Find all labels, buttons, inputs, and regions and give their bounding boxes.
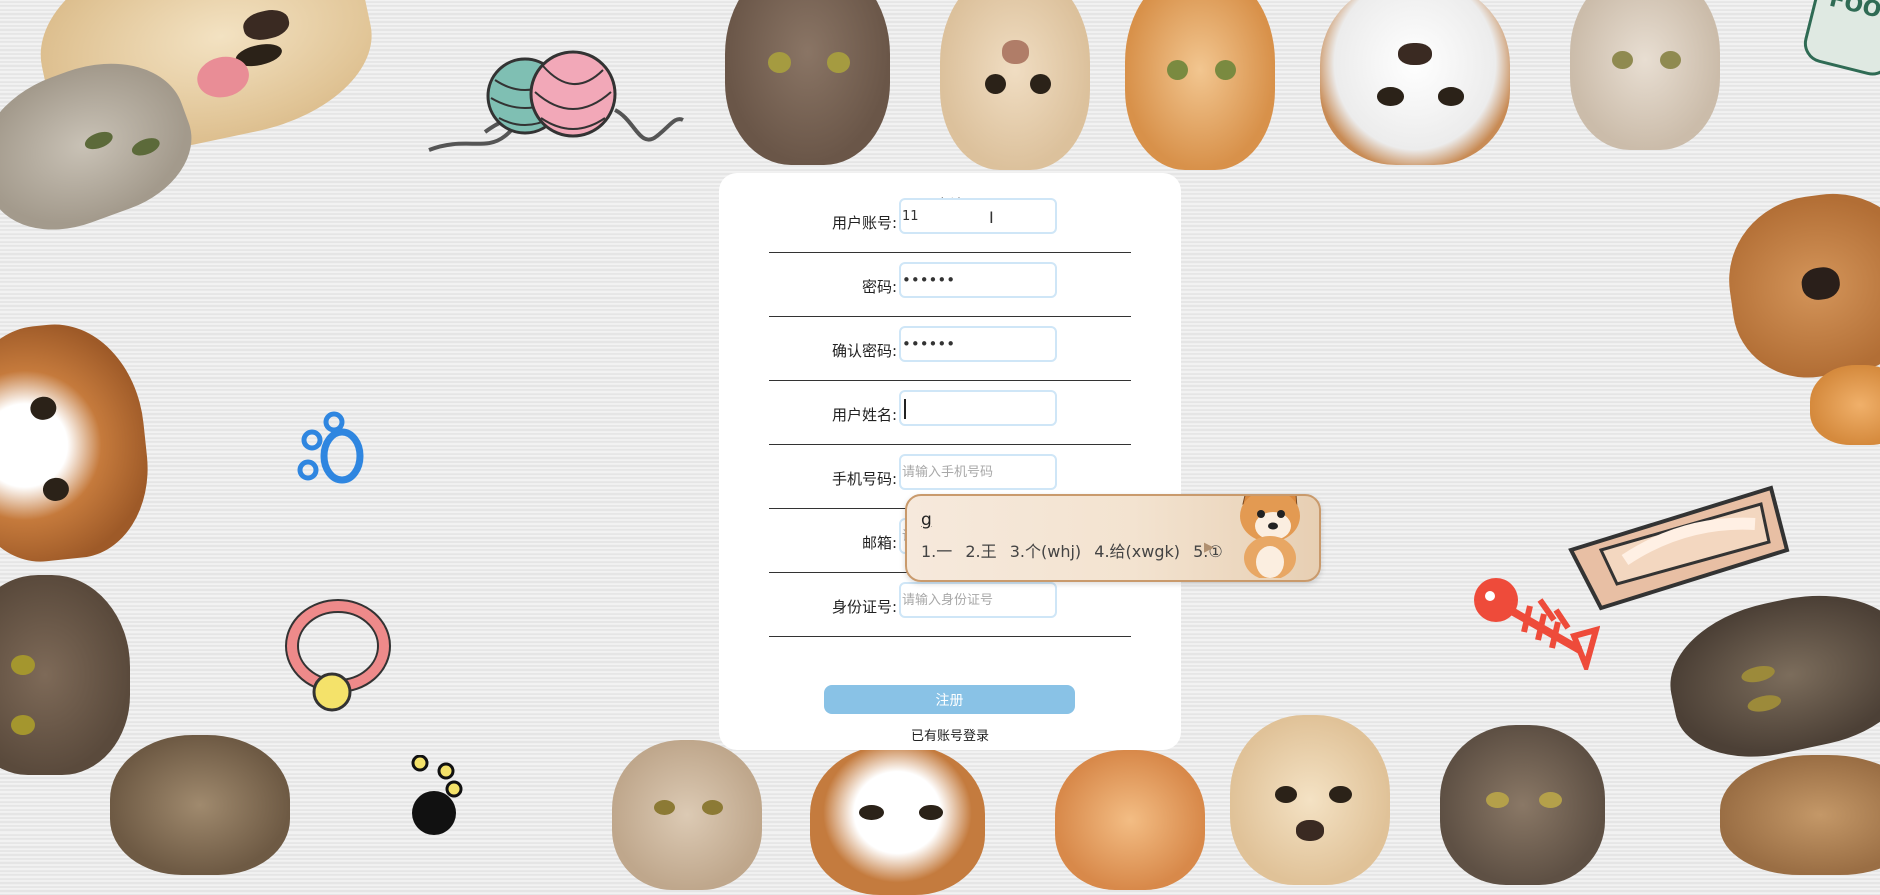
cat-icon	[1440, 725, 1605, 885]
paw-print-icon	[297, 411, 364, 484]
phone-input[interactable]	[899, 454, 1057, 490]
cat-icon	[612, 740, 762, 890]
confirm-password-row: 确认密码:	[769, 316, 1131, 381]
cat-icon	[1810, 365, 1880, 445]
dog-icon	[0, 315, 157, 570]
pet-bed-icon	[1568, 485, 1790, 611]
confirm-password-label: 确认密码:	[831, 342, 897, 360]
dog-icon	[1230, 715, 1390, 885]
text-cursor-icon: I	[989, 208, 994, 227]
yarn-ball-icon	[428, 50, 684, 152]
name-row: 用户姓名:	[769, 380, 1131, 445]
ime-composition: g	[921, 510, 932, 530]
ime-candidate[interactable]: 1.一	[921, 542, 952, 561]
login-link[interactable]: 已有账号登录	[719, 725, 1181, 744]
cat-icon	[0, 575, 130, 775]
pet-collar-icon	[285, 599, 391, 712]
ime-candidate-list: 1.一 2.王 3.个(whj) 4.给(xwgk) 5.①	[921, 538, 1231, 562]
name-input[interactable]	[899, 390, 1057, 426]
register-button[interactable]: 注册	[824, 685, 1075, 714]
password-label: 密码:	[861, 278, 897, 296]
password-row: 密码:	[769, 252, 1131, 317]
pet-food-can-icon: FOO	[1799, 0, 1880, 80]
dog-icon	[810, 745, 985, 895]
shiba-dog-icon	[1240, 496, 1300, 578]
confirm-password-input[interactable]	[899, 326, 1057, 362]
ime-candidate[interactable]: 3.个(whj)	[1010, 542, 1081, 561]
ime-candidate[interactable]: 4.给(xwgk)	[1094, 542, 1180, 561]
password-input[interactable]	[899, 262, 1057, 298]
cat-icon	[1125, 0, 1275, 170]
paw-print-icon	[411, 755, 463, 835]
cat-icon	[725, 0, 890, 165]
dog-icon	[940, 0, 1090, 170]
id-number-input[interactable]	[899, 582, 1057, 618]
phone-label: 手机号码:	[831, 470, 897, 488]
text-caret	[904, 399, 906, 419]
account-label: 用户账号:	[831, 214, 897, 232]
cat-icon	[1570, 0, 1720, 150]
ime-candidate-window: g 1.一 2.王 3.个(whj) 4.给(xwgk) 5.① ▶	[905, 494, 1321, 582]
account-row: 用户账号: I	[769, 188, 1131, 253]
ime-next-page-icon[interactable]: ▶	[1204, 540, 1214, 555]
dog-icon	[1718, 182, 1880, 388]
email-label: 邮箱:	[861, 534, 897, 552]
ime-candidate[interactable]: 2.王	[965, 542, 996, 561]
dog-icon	[1720, 755, 1880, 875]
name-label: 用户姓名:	[831, 406, 897, 424]
account-input[interactable]	[899, 198, 1057, 234]
id-number-label: 身份证号:	[831, 598, 897, 616]
cat-icon	[1055, 750, 1205, 890]
register-card: 用户注册 用户账号: I 密码: 确认密码: 用户姓名: 手机号码: 邮箱: 身…	[719, 173, 1181, 750]
cat-icon	[110, 735, 290, 875]
dog-icon	[1320, 0, 1510, 165]
